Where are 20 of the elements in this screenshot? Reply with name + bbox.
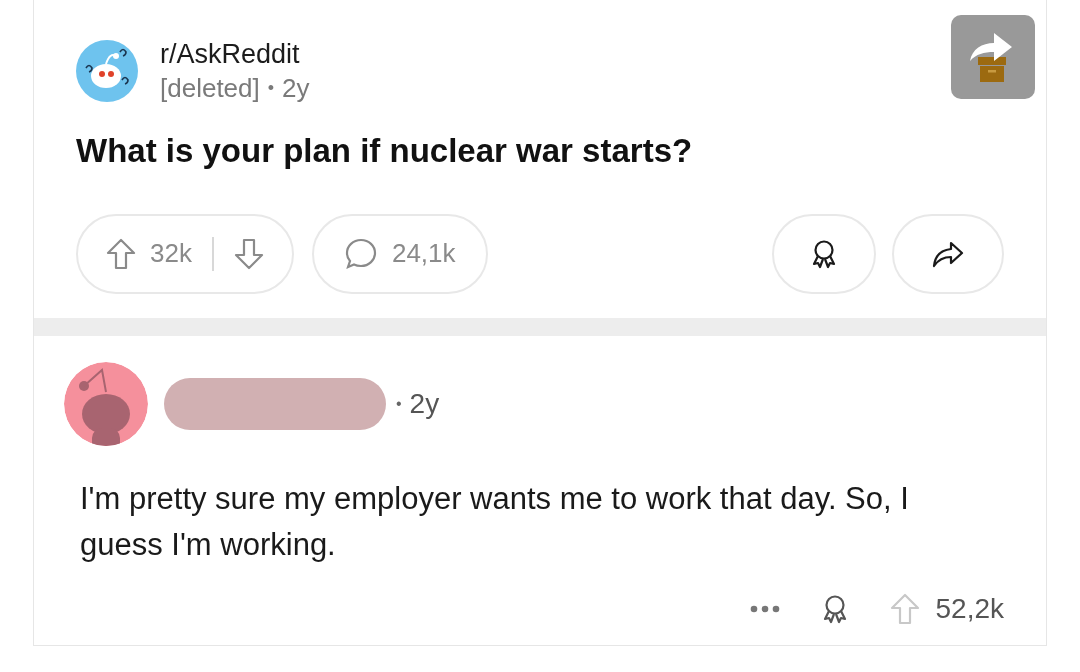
post-age: 2y	[282, 71, 310, 105]
comment-body: I'm pretty sure my employer wants me to work that day. So, I guess I'm working.	[80, 479, 910, 564]
author-name: [deleted]	[160, 71, 260, 105]
share-button[interactable]	[892, 213, 1004, 294]
share-archive-button[interactable]	[951, 15, 1035, 99]
share-arrow-icon	[932, 239, 964, 268]
comment-bubble-icon	[343, 236, 378, 271]
subreddit-name[interactable]: r/AskReddit	[160, 38, 310, 72]
award-button[interactable]	[772, 213, 876, 294]
upvote-count: 32k	[150, 237, 192, 271]
downvote-icon[interactable]	[233, 237, 264, 270]
comment-upvote-count: 52,2k	[935, 591, 1004, 626]
separator-dot: •	[267, 76, 275, 100]
comment-age: 2y	[409, 386, 440, 421]
subreddit-avatar-icon	[76, 40, 138, 103]
separator-dot: •	[396, 393, 402, 414]
user-avatar-icon	[64, 361, 148, 446]
more-options-icon[interactable]	[749, 604, 780, 613]
upvote-icon[interactable]	[106, 237, 136, 270]
post-title: What is your plan if nuclear war starts?	[76, 131, 694, 172]
